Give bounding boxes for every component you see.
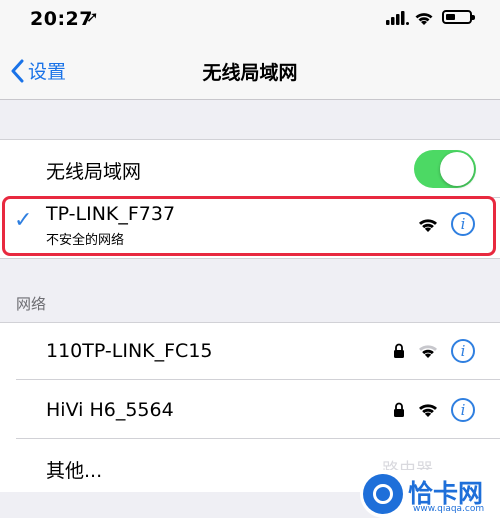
wifi-signal-icon <box>418 345 438 358</box>
toggle-knob <box>440 152 474 186</box>
row-divider <box>16 438 500 439</box>
network-name: HiVi H6_5564 <box>46 399 174 421</box>
battery-icon <box>442 10 475 24</box>
wifi-toggle-switch[interactable] <box>414 150 476 188</box>
networks-section-header: 网络 <box>16 295 47 313</box>
page-title: 无线局域网 <box>202 62 298 84</box>
watermark-logo-icon <box>363 474 403 514</box>
info-icon[interactable]: i <box>451 398 475 422</box>
lock-icon <box>394 343 404 358</box>
group-top-divider <box>0 139 500 140</box>
info-icon[interactable]: i <box>451 339 475 363</box>
other-network-label: 其他... <box>46 460 103 482</box>
status-time: 20:27 <box>30 8 93 30</box>
network-name: 110TP-LINK_FC15 <box>46 340 213 362</box>
watermark-url: www.qiaqa.com <box>413 504 485 514</box>
row-divider <box>16 379 500 380</box>
cellular-signal-icon <box>386 11 409 25</box>
wifi-toggle-label: 无线局域网 <box>46 161 142 183</box>
location-arrow-icon: ➚ <box>86 8 99 26</box>
highlight-box <box>2 196 496 256</box>
lock-icon <box>394 402 404 417</box>
group-bottom-divider <box>0 258 500 259</box>
status-wifi-icon <box>415 13 433 25</box>
wifi-signal-icon <box>418 404 438 417</box>
